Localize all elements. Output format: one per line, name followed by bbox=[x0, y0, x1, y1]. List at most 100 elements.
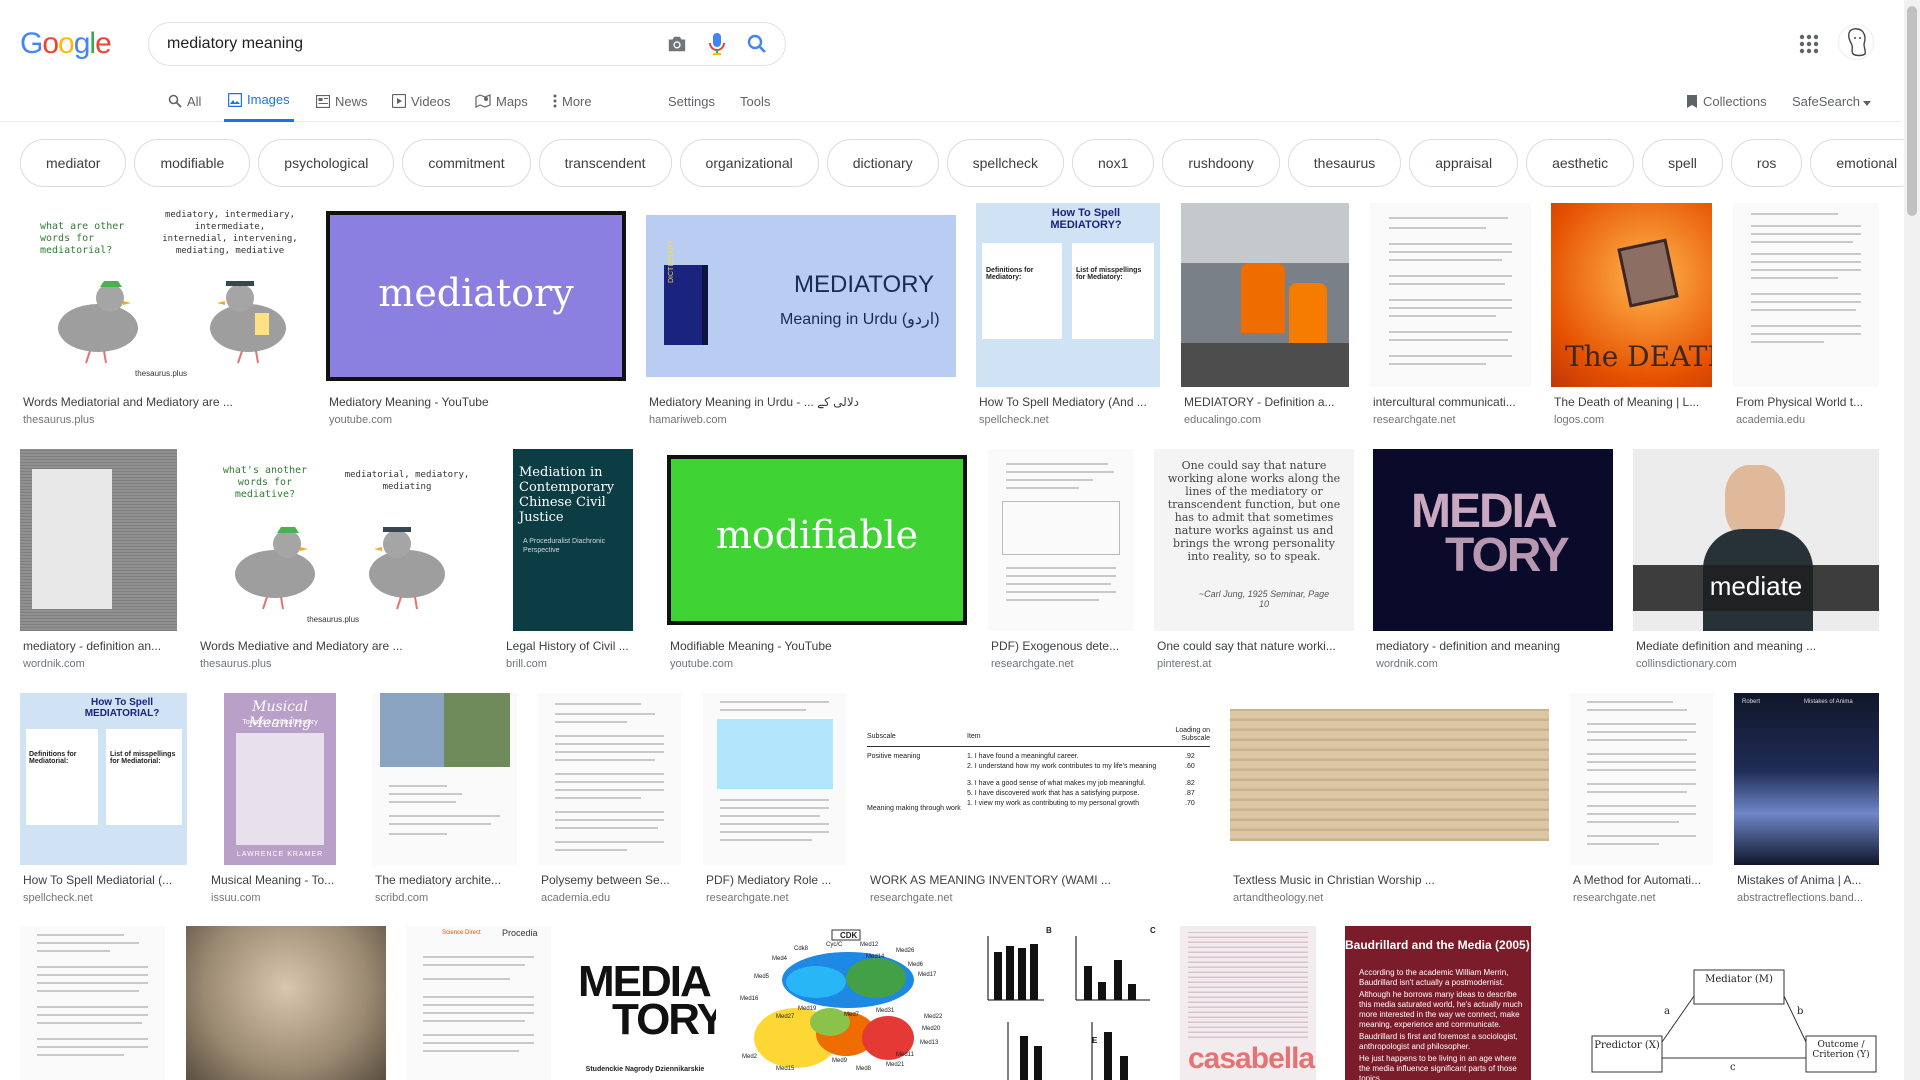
result-source[interactable]: educalingo.com bbox=[1184, 414, 1344, 426]
result-source[interactable]: spellcheck.net bbox=[23, 892, 185, 904]
result-source[interactable]: academia.edu bbox=[541, 892, 681, 904]
result-title[interactable]: From Physical World t... bbox=[1736, 395, 1880, 409]
result-title[interactable]: Mediatory Meaning - YouTube bbox=[329, 395, 619, 409]
thumb-text: .92 bbox=[1185, 753, 1195, 760]
result-thumbnail[interactable]: what's another words for mediative? medi… bbox=[197, 449, 482, 631]
result-source[interactable]: collinsdictionary.com bbox=[1636, 658, 1878, 670]
result-thumbnail[interactable]: mediate bbox=[1633, 449, 1879, 631]
result-thumbnail[interactable]: Subscale Item Loading on Subscale Positi… bbox=[867, 693, 1210, 865]
result-thumbnail[interactable] bbox=[1370, 203, 1531, 387]
thumb-text: Meaning making through work bbox=[867, 805, 961, 812]
result-title[interactable]: Modifiable Meaning - YouTube bbox=[670, 639, 965, 653]
thumb-text: .82 bbox=[1185, 780, 1195, 787]
result-thumbnail[interactable]: MEDIA TORY Studenckie Nagrody Dziennikar… bbox=[572, 926, 716, 1080]
result-thumbnail[interactable]: casabella bbox=[1180, 926, 1316, 1080]
result-thumbnail[interactable]: modifiable bbox=[667, 449, 967, 631]
result-thumbnail[interactable]: MEDIA TORY bbox=[1373, 449, 1613, 631]
result-thumbnail[interactable]: Robert Mistakes of Anima bbox=[1734, 693, 1879, 865]
result-thumbnail[interactable] bbox=[372, 693, 517, 865]
thumb-text: C bbox=[1150, 926, 1156, 935]
result-title[interactable]: Textless Music in Christian Worship ... bbox=[1233, 873, 1549, 887]
thumb-text: Baudrillard is first and foremost a soci… bbox=[1359, 1032, 1518, 1051]
result-thumbnail[interactable]: Science Direct Procedia bbox=[406, 926, 551, 1080]
result-thumbnail[interactable]: DICTIONARY MEDIATORY Meaning in Urdu (ار… bbox=[646, 203, 956, 387]
result-source[interactable]: scribd.com bbox=[375, 892, 517, 904]
result-source[interactable]: youtube.com bbox=[329, 414, 619, 426]
result-title[interactable]: One could say that nature worki... bbox=[1157, 639, 1353, 653]
thumb-text: Science Direct bbox=[442, 930, 481, 936]
result-title[interactable]: Mediate definition and meaning ... bbox=[1636, 639, 1878, 653]
result-source[interactable]: spellcheck.net bbox=[979, 414, 1159, 426]
result-title[interactable]: Polysemy between Se... bbox=[541, 873, 681, 887]
result-title[interactable]: Mistakes of Anima | A... bbox=[1737, 873, 1879, 887]
result-title[interactable]: The mediatory archite... bbox=[375, 873, 517, 887]
result-title[interactable]: PDF) Mediatory Role ... bbox=[706, 873, 846, 887]
result-title[interactable]: MEDIATORY - Definition a... bbox=[1184, 395, 1344, 409]
thumb-text: 1. I view my work as contributing to my … bbox=[967, 800, 1139, 807]
result-thumbnail[interactable] bbox=[703, 693, 846, 865]
result-source[interactable]: researchgate.net bbox=[706, 892, 846, 904]
result-thumbnail[interactable]: How To Spell MEDIATORIAL? Definitions fo… bbox=[20, 693, 187, 865]
result-title[interactable]: How To Spell Mediatory (And ... bbox=[979, 395, 1159, 409]
result-thumbnail[interactable] bbox=[20, 449, 177, 631]
result-source[interactable]: researchgate.net bbox=[870, 892, 1210, 904]
scrollbar-thumb[interactable] bbox=[1907, 6, 1917, 216]
result-thumbnail[interactable]: One could say that nature working alone … bbox=[1154, 449, 1354, 631]
result-source[interactable]: thesaurus.plus bbox=[23, 414, 303, 426]
result-source[interactable]: artandtheology.net bbox=[1233, 892, 1549, 904]
result-title[interactable]: mediatory - definition an... bbox=[23, 639, 175, 653]
result-thumbnail[interactable]: CDK Cdk8 Cyc/C Med12 Med26 Med4 Med6 Med… bbox=[736, 926, 960, 1080]
result-thumbnail[interactable]: B C E bbox=[980, 926, 1160, 1080]
result-title[interactable]: The Death of Meaning | L... bbox=[1554, 395, 1712, 409]
result-source[interactable]: wordnik.com bbox=[23, 658, 175, 670]
thumb-text: Med7 bbox=[844, 1012, 860, 1018]
result-thumbnail[interactable]: Mediation in Contemporary Chinese Civil … bbox=[503, 449, 637, 631]
result-source[interactable]: logos.com bbox=[1554, 414, 1712, 426]
photo-area bbox=[1617, 238, 1679, 308]
result-title[interactable]: Words Mediative and Mediatory are ... bbox=[200, 639, 480, 653]
thumb-text: Med5 bbox=[754, 974, 770, 980]
result-title[interactable]: Words Mediatorial and Mediatory are ... bbox=[23, 395, 303, 409]
result-source[interactable]: academia.edu bbox=[1736, 414, 1880, 426]
result-source[interactable]: youtube.com bbox=[670, 658, 965, 670]
result-title[interactable]: mediatory - definition and meaning bbox=[1376, 639, 1612, 653]
result-title[interactable]: Mediatory Meaning in Urdu - ... دلالی کے bbox=[649, 395, 949, 409]
result-title[interactable]: Musical Meaning - To... bbox=[211, 873, 351, 887]
result-thumbnail[interactable] bbox=[20, 926, 165, 1080]
result-source[interactable]: researchgate.net bbox=[1573, 892, 1713, 904]
result-source[interactable]: brill.com bbox=[506, 658, 636, 670]
thumb-text: Med8 bbox=[856, 1066, 872, 1072]
thumb-text: Baudrillard and the Media (2005) bbox=[1345, 938, 1530, 952]
result-source[interactable]: thesaurus.plus bbox=[200, 658, 480, 670]
result-source[interactable]: researchgate.net bbox=[991, 658, 1133, 670]
result-source[interactable]: wordnik.com bbox=[1376, 658, 1612, 670]
result-thumbnail[interactable]: Mediator (M) Predictor (X) Outcome / Cri… bbox=[1584, 926, 1879, 1080]
result-thumbnail[interactable] bbox=[538, 693, 681, 865]
result-title[interactable]: How To Spell Mediatorial (... bbox=[23, 873, 185, 887]
result-source[interactable]: researchgate.net bbox=[1373, 414, 1531, 426]
result-thumbnail[interactable] bbox=[186, 926, 386, 1080]
result-title[interactable]: PDF) Exogenous dete... bbox=[991, 639, 1133, 653]
result-source[interactable]: issuu.com bbox=[211, 892, 351, 904]
result-thumbnail[interactable] bbox=[1181, 203, 1349, 387]
result-thumbnail[interactable]: How To Spell MEDIATORY? Definitions for … bbox=[976, 203, 1160, 387]
result-source[interactable]: hamariweb.com bbox=[649, 414, 949, 426]
result-thumbnail[interactable]: what are other words for mediatorial? me… bbox=[20, 203, 306, 387]
result-source[interactable]: abstractreflections.band... bbox=[1737, 892, 1879, 904]
result-thumbnail[interactable] bbox=[1230, 693, 1549, 865]
result-thumbnail[interactable] bbox=[1570, 693, 1713, 865]
result-source[interactable]: pinterest.at bbox=[1157, 658, 1353, 670]
result-title[interactable]: WORK AS MEANING INVENTORY (WAMI ... bbox=[870, 873, 1210, 887]
thumb-text: Mediator (M) bbox=[1705, 974, 1773, 985]
result-title[interactable]: Legal History of Civil ... bbox=[506, 639, 636, 653]
result-thumbnail[interactable]: Musical Meaning Toward a Critical Histor… bbox=[208, 693, 351, 865]
result-thumbnail[interactable] bbox=[988, 449, 1134, 631]
result-title[interactable]: intercultural communicati... bbox=[1373, 395, 1531, 409]
result-thumbnail[interactable]: The DEATH of bbox=[1551, 203, 1712, 387]
result-thumbnail[interactable] bbox=[1733, 203, 1879, 387]
divider bbox=[867, 746, 1210, 747]
result-title[interactable]: A Method for Automati... bbox=[1573, 873, 1713, 887]
page-scrollbar[interactable] bbox=[1904, 0, 1920, 1080]
result-thumbnail[interactable]: Baudrillard and the Media (2005) Accordi… bbox=[1345, 926, 1531, 1080]
result-thumbnail[interactable]: mediatory bbox=[326, 203, 626, 387]
